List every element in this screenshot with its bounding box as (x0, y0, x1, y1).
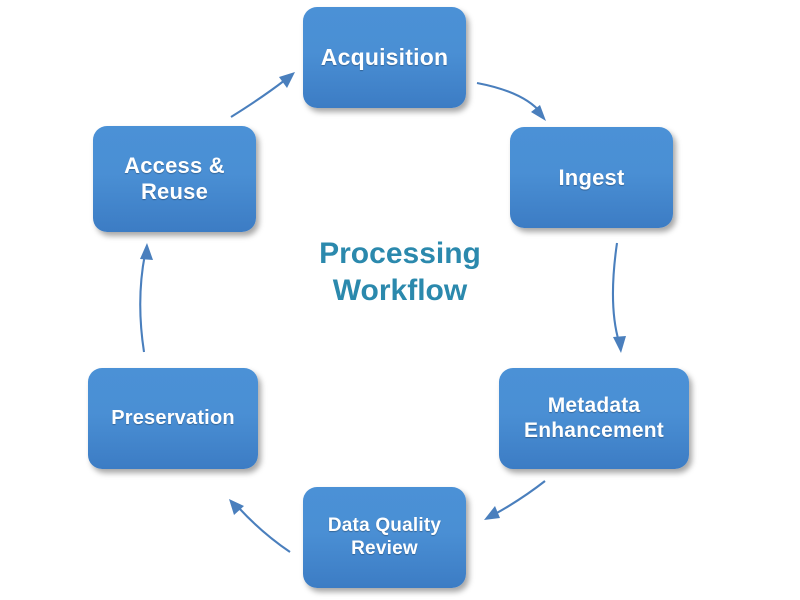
node-access-and-reuse-label: Access & Reuse (124, 153, 225, 204)
node-acquisition[interactable]: Acquisition (303, 7, 466, 108)
arrow-access-to-acquisition (230, 72, 295, 118)
arrow-ingest-to-metadata (611, 242, 626, 353)
node-metadata-enhancement-label: Metadata Enhancement (524, 393, 664, 442)
node-ingest[interactable]: Ingest (510, 127, 673, 228)
arrow-acquisition-to-ingest (476, 81, 546, 121)
node-access-and-reuse[interactable]: Access & Reuse (93, 126, 256, 232)
node-preservation[interactable]: Preservation (88, 368, 258, 469)
node-data-quality-review[interactable]: Data Quality Review (303, 487, 466, 588)
arrow-preservation-to-access (139, 243, 153, 353)
node-data-quality-review-label: Data Quality Review (327, 515, 442, 559)
arrow-dataquality-to-preservation (229, 499, 291, 553)
node-metadata-enhancement[interactable]: Metadata Enhancement (499, 368, 689, 469)
arrow-metadata-to-dataquality (484, 480, 546, 520)
workflow-diagram: Acquisition Ingest Metadata Enhancement … (0, 0, 800, 600)
node-ingest-label: Ingest (558, 164, 625, 190)
node-preservation-label: Preservation (111, 406, 235, 429)
diagram-title: Processing Workflow (319, 237, 481, 307)
node-acquisition-label: Acquisition (320, 43, 449, 70)
